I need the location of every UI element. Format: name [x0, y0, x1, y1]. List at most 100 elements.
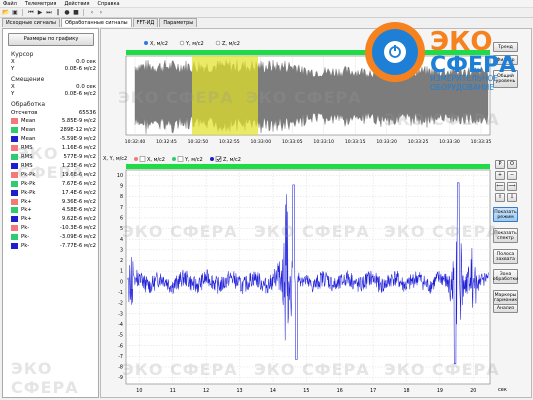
time-tick-label: 10:33:30 — [439, 139, 460, 145]
analysis-button[interactable]: Анализ — [493, 304, 518, 313]
stat-label: Mean — [21, 127, 36, 134]
menu-actions[interactable]: Действия — [64, 1, 89, 7]
cursor-y-label: Y — [11, 65, 15, 72]
time-tick-label: 10:33:20 — [376, 139, 397, 145]
menu-telemetry[interactable]: Телеметрия — [25, 1, 57, 7]
arrow-right-icon[interactable]: › — [97, 9, 105, 17]
stat-label: Pk+ — [21, 207, 32, 214]
y-axis-ticks: 109876543210-1-2-3-4-5-6-7-8-9 — [117, 173, 123, 381]
stat-row: Mean -5.59E-9 м/с2 — [11, 135, 96, 144]
toolbar-separator — [22, 9, 24, 16]
fit-to-graph-button[interactable]: Размеры по графику — [8, 33, 94, 46]
x-tick-label: 11 — [170, 388, 176, 394]
stat-row: Pk+ 4.58E-6 м/с2 — [11, 206, 96, 215]
stat-row: Pk+ 9.36E-6 м/с2 — [11, 197, 96, 206]
arrow-left-icon[interactable]: ‹ — [88, 9, 96, 17]
y-tick-label: -4 — [118, 322, 123, 328]
y-tick-label: -2 — [118, 301, 123, 307]
stat-value: 5.85E-9 м/с2 — [61, 118, 96, 125]
offset-y-row: Y 0.0E-6 м/с2 — [11, 90, 96, 97]
offset-y-value: 0.0E-6 м/с2 — [64, 90, 96, 97]
pause-icon[interactable]: ‖ — [54, 9, 62, 17]
watermark: ЭКО СФЕРА — [384, 360, 500, 379]
watermark: ЭКО СФЕРА — [384, 222, 500, 241]
harmonic-markers-button[interactable]: Маркеры гармоник — [493, 290, 518, 305]
x-tick-label: 19 — [437, 388, 443, 394]
time-tick-label: 10:33:05 — [282, 139, 303, 145]
stat-row: Pk- -7.77E-6 м/с2 — [11, 242, 96, 251]
stat-value: 4.58E-6 м/с2 — [61, 207, 96, 214]
x-tick-label: 20 — [470, 388, 476, 394]
zoom-in-button[interactable]: + — [495, 171, 505, 180]
watermark: ЭКО СФЕРА — [254, 222, 370, 241]
legend-y-dot — [179, 40, 185, 46]
stat-label: Pk- — [21, 243, 30, 250]
stat-label: Mean — [21, 118, 36, 125]
processing-zone-button[interactable]: Зона обработки — [493, 269, 518, 284]
stop-icon[interactable]: ■ — [72, 9, 80, 17]
offset-title: Смещение — [11, 76, 45, 83]
y-axis-label: X, Y, м/с2 — [103, 156, 127, 162]
tab-fft[interactable]: FFT-ИД — [132, 18, 159, 27]
x-tick-label: 17 — [370, 388, 376, 394]
offset-x-value: 0.0 сек — [76, 83, 96, 90]
main-legend: X, м/с2 Y, м/с2 Z, м/с2 — [134, 156, 241, 163]
legend-x-checkbox[interactable] — [139, 156, 146, 162]
tab-processed-signals[interactable]: Обработанные сигналы — [60, 18, 132, 27]
record-icon[interactable]: ● — [63, 9, 71, 17]
y-tick-label: 3 — [120, 247, 123, 253]
legend-x-dot — [144, 41, 148, 45]
y-tick-label: 9 — [120, 184, 123, 190]
time-tick-label: 10:33:35 — [471, 139, 492, 145]
time-tick-label: 10:33:15 — [345, 139, 366, 145]
legend-x-label: X, м/с2 — [147, 157, 165, 163]
menu-help[interactable]: Справка — [98, 1, 120, 7]
pan-up-button[interactable]: ⇧ — [495, 193, 505, 202]
stat-value: -5.59E-9 м/с2 — [59, 136, 96, 143]
main-range-bar[interactable] — [126, 164, 490, 169]
reset-zoom-button[interactable]: P — [495, 160, 505, 169]
show-mode-button[interactable]: Показать режим — [493, 207, 518, 222]
tab-raw-signals[interactable]: Исходные сигналы — [2, 18, 60, 27]
tab-strip: Исходные сигналы Обработанные сигналы FF… — [2, 18, 198, 27]
legend-z-dot — [215, 40, 221, 46]
series-color-swatch — [11, 189, 18, 196]
series-color-swatch — [11, 127, 18, 134]
menu-file[interactable]: Файл — [3, 1, 17, 7]
series-color-swatch — [11, 234, 18, 241]
legend-y-checkbox[interactable] — [177, 156, 184, 162]
step-icon[interactable]: ⏭ — [45, 9, 53, 17]
stat-row: Pk- -10.3E-6 м/с2 — [11, 224, 96, 233]
stat-value: -3.09E-6 м/с2 — [59, 234, 96, 241]
stat-value: 9.62E-6 м/с2 — [61, 216, 96, 223]
series-color-swatch — [11, 136, 18, 143]
capture-band-button[interactable]: Полоса захвата — [493, 249, 518, 264]
cursor-title: Курсор — [11, 51, 34, 58]
legend-y-label: Y, м/с2 — [184, 157, 203, 163]
y-tick-label: -1 — [118, 290, 123, 296]
x-tick-label: 13 — [236, 388, 242, 394]
stat-row: Mean 5.85E-9 м/с2 — [11, 117, 96, 126]
fit-zoom-button[interactable]: О — [507, 160, 517, 169]
pan-left-button[interactable]: ⟸ — [495, 182, 505, 191]
tab-parameters[interactable]: Параметры — [159, 18, 198, 27]
save-icon[interactable]: ▣ — [11, 9, 19, 17]
open-icon[interactable]: 📂 — [2, 9, 10, 17]
y-tick-label: 10 — [117, 173, 123, 179]
watermark: ЭКО СФЕРА — [17, 144, 85, 182]
logo-sub1: ИЗМЕРИТЕЛЬНОЕ — [430, 74, 498, 83]
zoom-out-button[interactable]: − — [507, 171, 517, 180]
pan-down-button[interactable]: ⇩ — [507, 193, 517, 202]
time-tick-label: 10:33:00 — [250, 139, 271, 145]
series-color-swatch — [11, 225, 18, 232]
pan-right-button[interactable]: ⟹ — [507, 182, 517, 191]
stat-value: -10.3E-6 м/с2 — [59, 225, 96, 232]
stat-label: Pk- — [21, 234, 30, 241]
x-tick-label: 16 — [337, 388, 343, 394]
toolbar: 📂 ▣ ⏮ ▶ ⏭ ‖ ● ■ ‹ › — [0, 8, 533, 18]
play-icon[interactable]: ▶ — [36, 9, 44, 17]
legend-x-label: X, м/с2 — [150, 41, 168, 47]
offset-x-row: X 0.0 сек — [11, 83, 96, 90]
watermark: ЭКО СФЕРА — [122, 360, 238, 379]
skip-start-icon[interactable]: ⏮ — [27, 9, 35, 17]
